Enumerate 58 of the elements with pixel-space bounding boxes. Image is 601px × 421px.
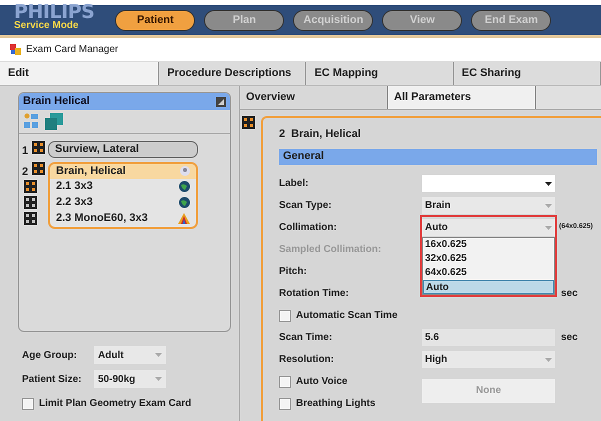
- group-header: General: [279, 148, 597, 164]
- parameter-label: Scan Time:: [279, 331, 334, 345]
- scan-number: 2: [22, 164, 29, 180]
- tab[interactable]: Edit: [0, 62, 160, 85]
- parameter-label: Pitch:: [279, 265, 308, 279]
- parameter-label: Label:: [279, 177, 310, 191]
- triangle-icon: [178, 213, 190, 224]
- mode-label: Service Mode: [14, 21, 80, 31]
- caret-icon: [155, 377, 162, 381]
- checkbox[interactable]: [22, 398, 34, 410]
- unit-label: sec: [561, 287, 578, 301]
- checkbox-label: Auto Voice: [296, 375, 348, 389]
- tab[interactable]: EC Sharing: [454, 62, 601, 85]
- caret-icon: [155, 353, 162, 357]
- scan-label: Surview, Lateral: [55, 142, 139, 158]
- checkbox-label: Automatic Scan Time: [296, 309, 398, 323]
- parameter-label: Rotation Time:: [279, 287, 350, 301]
- globe-icon: [179, 197, 190, 208]
- workflow-tab[interactable]: Patient: [115, 10, 196, 31]
- dropdown[interactable]: Adult: [94, 346, 166, 364]
- scan-label: Brain, Helical: [56, 164, 126, 179]
- parameter-label: Sampled Collimation:: [279, 243, 382, 257]
- tab[interactable]: Procedure Descriptions: [159, 62, 306, 85]
- scan-group[interactable]: Surview, Lateral: [48, 141, 198, 158]
- checkbox-label: Breathing Lights: [296, 397, 376, 411]
- card-title: Brain Helical: [23, 94, 90, 110]
- series-label[interactable]: 2.3 MonoE60, 3x3: [56, 210, 148, 227]
- window-title: Exam Card Manager: [26, 43, 118, 57]
- scan-icon: [32, 141, 45, 154]
- scan-icon: [32, 162, 45, 174]
- field-label: Age Group:: [22, 348, 78, 362]
- brand-logo: PHILIPS: [14, 4, 94, 21]
- sub-tab[interactable]: All Parameters: [388, 86, 536, 109]
- folders-icon[interactable]: [23, 113, 39, 129]
- maximize-icon[interactable]: [216, 96, 226, 106]
- sub-tab[interactable]: Overview: [240, 86, 388, 109]
- checkbox[interactable]: [279, 310, 291, 322]
- parameter-label: Collimation:: [279, 221, 338, 235]
- section-title: Brain, Helical: [291, 127, 361, 142]
- unit-label: sec: [561, 331, 578, 345]
- parameter-label: Resolution:: [279, 353, 335, 367]
- tab[interactable]: EC Mapping: [306, 62, 454, 85]
- series-label[interactable]: 2.1 3x3: [56, 178, 93, 195]
- checkbox[interactable]: [279, 398, 291, 410]
- checkbox[interactable]: [279, 376, 291, 388]
- input-field[interactable]: 5.6: [422, 329, 555, 346]
- series-label[interactable]: 2.2 3x3: [56, 194, 93, 211]
- globe-icon: [179, 181, 190, 192]
- stack-icon[interactable]: [45, 113, 63, 130]
- parameter-label: Scan Type:: [279, 199, 333, 213]
- app-icon: [10, 44, 21, 55]
- section-number: 2: [279, 127, 286, 142]
- scan-number: 1: [22, 144, 29, 159]
- scan-icon: [242, 116, 255, 129]
- checkbox-label: Limit Plan Geometry Exam Card: [39, 397, 192, 411]
- dropdown[interactable]: 50-90kg: [94, 370, 166, 388]
- person-icon: [180, 166, 190, 176]
- field-label: Patient Size:: [22, 372, 82, 386]
